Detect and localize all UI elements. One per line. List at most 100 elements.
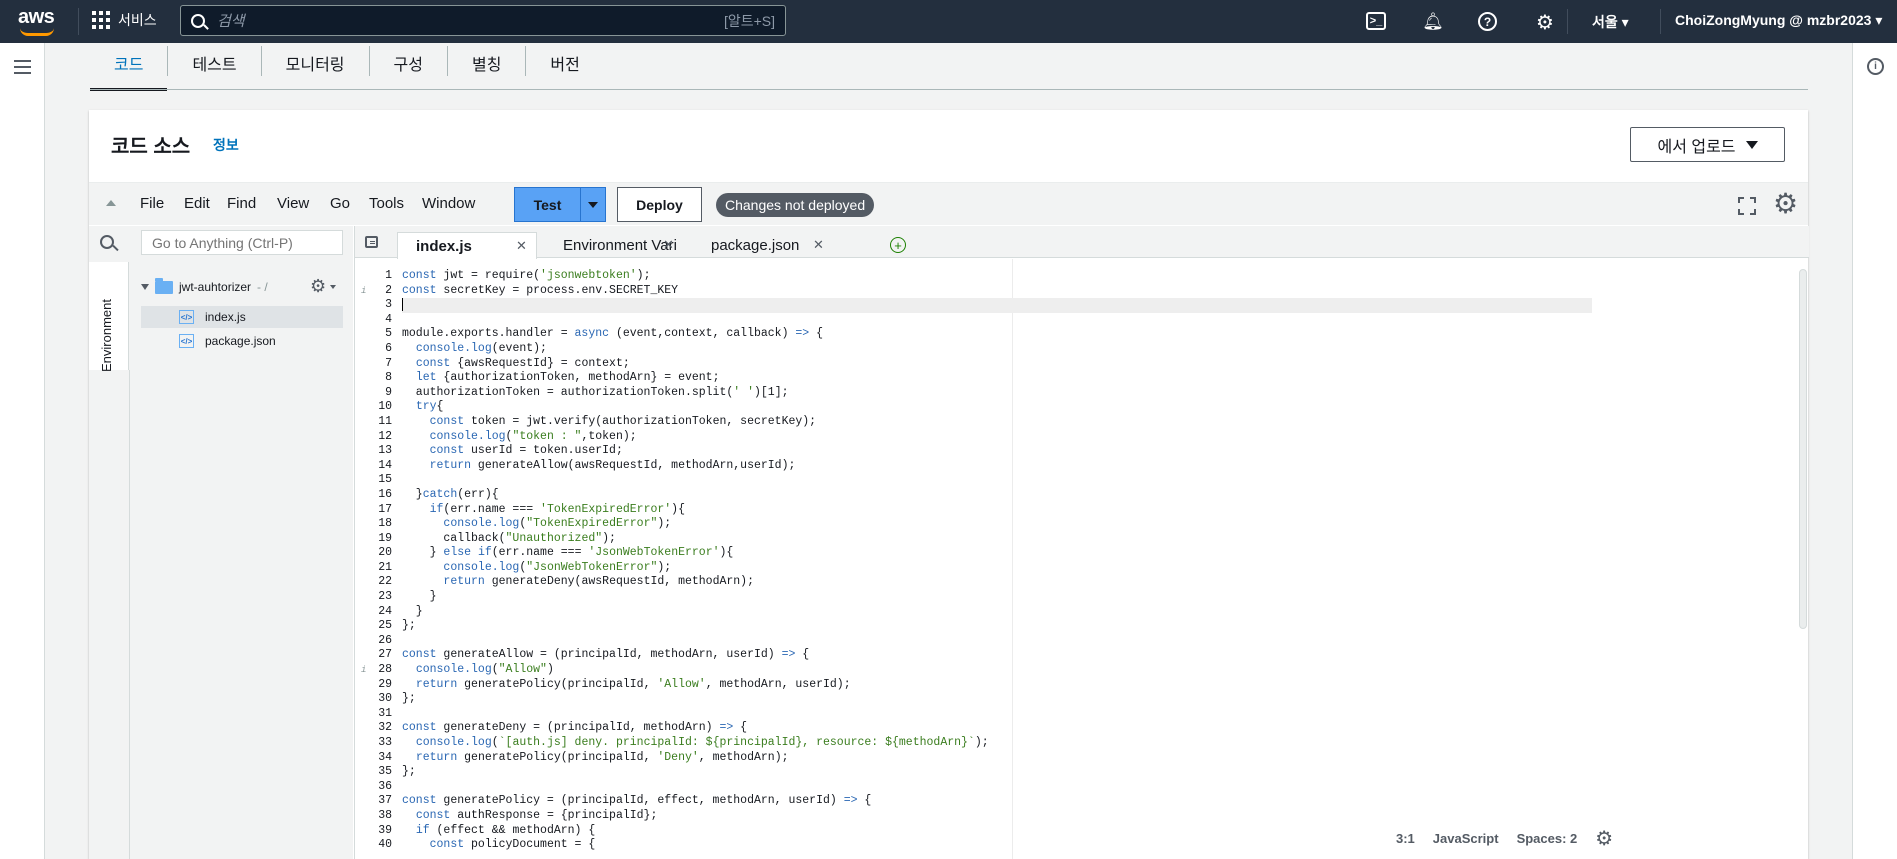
code-line[interactable]: return generatePolicy(principalId, 'Allo… — [402, 678, 1592, 693]
code-line[interactable]: const jwt = require('jsonwebtoken'); — [402, 269, 1592, 284]
deploy-button[interactable]: Deploy — [617, 187, 702, 222]
cloudshell-icon[interactable]: >_ — [1366, 12, 1386, 30]
code-line[interactable]: console.log("JsonWebTokenError"); — [402, 561, 1592, 576]
goto-anything-input[interactable] — [141, 230, 343, 255]
add-tab-icon[interactable]: + — [890, 237, 906, 253]
chevron-down-icon[interactable] — [141, 284, 149, 290]
code-line[interactable]: const generateAllow = (principalId, meth… — [402, 648, 1592, 663]
code-line[interactable]: }; — [402, 765, 1592, 780]
notifications-icon[interactable]: 🔔︎ — [1422, 11, 1444, 33]
code-area[interactable]: 1 2 i 3 4 5 6 7 8 9 10 11 12 13 14 15 16 17 18 19 20 21 22 23 24… — [355, 259, 1809, 859]
info-link[interactable]: 정보 — [213, 135, 239, 155]
menu-file[interactable]: File — [140, 195, 164, 212]
file-item-index-js[interactable]: </> index.js — [141, 306, 343, 328]
close-icon[interactable]: ✕ — [663, 237, 674, 253]
editor-tab-index-js[interactable]: index.js ✕ — [397, 232, 537, 259]
code-line[interactable]: }; — [402, 692, 1592, 707]
account-menu[interactable]: ChoiZongMyung @ mzbr2023 ▾ — [1675, 12, 1882, 29]
tab-aliases[interactable]: 별칭 — [448, 46, 527, 76]
code-line[interactable]: const {awsRequestId} = context; — [402, 357, 1592, 372]
help-icon[interactable]: ? — [1478, 12, 1497, 31]
menu-window[interactable]: Window — [422, 195, 475, 212]
code-content[interactable]: const jwt = require('jsonwebtoken'); cons… — [402, 269, 1592, 853]
code-line[interactable] — [402, 634, 1592, 649]
menu-go[interactable]: Go — [330, 195, 350, 212]
tab-list-icon[interactable] — [365, 236, 378, 248]
code-line[interactable]: let {authorizationToken, methodArn} = ev… — [402, 371, 1592, 386]
tab-monitoring[interactable]: 모니터링 — [262, 46, 370, 76]
code-line[interactable]: console.log("token : ",token); — [402, 430, 1592, 445]
code-line[interactable]: const userId = token.userId; — [402, 444, 1592, 459]
test-dropdown[interactable] — [581, 188, 605, 221]
editor-settings-icon[interactable]: ⚙ — [1595, 826, 1613, 851]
editor-tabs: index.js ✕ Environment Vari ✕ package.js… — [355, 226, 1809, 259]
upload-from-button[interactable]: 에서 업로드 — [1630, 127, 1785, 162]
code-line[interactable]: const authResponse = {principalId}; — [402, 809, 1592, 824]
menu-edit[interactable]: Edit — [184, 195, 210, 212]
services-menu-button[interactable]: 서비스 — [92, 10, 157, 30]
code-line[interactable]: return generatePolicy(principalId, 'Deny… — [402, 751, 1592, 766]
ide-settings-icon[interactable]: ⚙ — [1773, 189, 1798, 219]
code-line[interactable]: authorizationToken = authorizationToken.… — [402, 386, 1592, 401]
code-line[interactable]: console.log("Allow") — [402, 663, 1592, 678]
fullscreen-icon[interactable] — [1738, 197, 1756, 215]
code-line[interactable] — [402, 780, 1592, 795]
close-icon[interactable]: ✕ — [813, 237, 824, 253]
file-item-package-json[interactable]: </> package.json — [141, 330, 343, 352]
code-line[interactable]: }catch(err){ — [402, 488, 1592, 503]
code-line[interactable]: }; — [402, 619, 1592, 634]
code-line[interactable]: callback("Unauthorized"); — [402, 532, 1592, 547]
info-panel-icon[interactable]: i — [1867, 58, 1884, 75]
editor-tab-package-json[interactable]: package.json ✕ — [693, 232, 833, 259]
code-line[interactable] — [402, 473, 1592, 488]
code-line[interactable] — [402, 313, 1592, 328]
aws-logo[interactable]: aws — [18, 6, 56, 36]
search-input[interactable]: 검색 [알트+S] — [180, 5, 786, 36]
vertical-scrollbar[interactable] — [1799, 269, 1807, 629]
tab-code[interactable]: 코드 — [90, 46, 169, 91]
aws-smile-icon — [20, 28, 54, 36]
tree-settings-icon[interactable]: ⚙ — [310, 276, 326, 297]
code-line[interactable]: console.log(`[auth.js] deny. principalId… — [402, 736, 1592, 751]
code-line[interactable]: } — [402, 605, 1592, 620]
collapse-icon[interactable] — [106, 200, 116, 206]
code-line[interactable]: } — [402, 590, 1592, 605]
code-line[interactable]: module.exports.handler = async (event,co… — [402, 327, 1592, 342]
warning-icon[interactable]: i — [361, 284, 366, 299]
code-line[interactable]: try{ — [402, 400, 1592, 415]
region-selector[interactable]: 서울 ▾ — [1592, 12, 1629, 32]
warning-icon[interactable]: i — [361, 663, 366, 678]
code-line[interactable]: console.log(event); — [402, 342, 1592, 357]
search-icon[interactable] — [100, 235, 114, 249]
code-line[interactable]: const token = jwt.verify(authorizationTo… — [402, 415, 1592, 430]
code-line[interactable]: } else if(err.name === 'JsonWebTokenErro… — [402, 546, 1592, 561]
editor-tab-environment[interactable]: Environment Vari ✕ — [545, 232, 685, 259]
menu-find[interactable]: Find — [227, 195, 256, 212]
code-line[interactable]: const generateDeny = (principalId, metho… — [402, 721, 1592, 736]
code-line[interactable]: if(err.name === 'TokenExpiredError'){ — [402, 503, 1592, 518]
code-line[interactable]: return generateAllow(awsRequestId, metho… — [402, 459, 1592, 474]
line-number-gutter: 1 2 i 3 4 5 6 7 8 9 10 11 12 13 14 15 16 17 18 19 20 21 22 23 24… — [355, 269, 397, 853]
menu-toggle-icon[interactable] — [14, 60, 31, 74]
code-line[interactable]: const generatePolicy = (principalId, eff… — [402, 794, 1592, 809]
indentation-setting[interactable]: Spaces: 2 — [1517, 831, 1578, 846]
tab-versions[interactable]: 버전 — [526, 46, 603, 76]
environment-tab[interactable]: Environment — [89, 262, 129, 372]
code-line[interactable]: return generateDeny(awsRequestId, method… — [402, 575, 1592, 590]
line-number: 26 — [378, 633, 392, 647]
settings-icon[interactable]: ⚙ — [1534, 11, 1556, 34]
tab-configuration[interactable]: 구성 — [370, 46, 448, 76]
code-line[interactable] — [402, 707, 1592, 722]
test-button[interactable]: Test — [514, 187, 606, 222]
code-line[interactable]: const secretKey = process.env.SECRET_KEY — [402, 284, 1592, 299]
tab-test[interactable]: 테스트 — [168, 46, 262, 76]
code-line[interactable] — [402, 298, 1592, 313]
line-number: 36 — [378, 779, 392, 793]
language-mode[interactable]: JavaScript — [1433, 831, 1499, 846]
close-icon[interactable]: ✕ — [516, 238, 527, 254]
folder-row[interactable]: jwt-auhtorizer - / — [141, 277, 268, 294]
menu-view[interactable]: View — [277, 195, 309, 212]
cursor-position[interactable]: 3:1 — [1396, 831, 1415, 846]
menu-tools[interactable]: Tools — [369, 195, 404, 212]
code-line[interactable]: console.log("TokenExpiredError"); — [402, 517, 1592, 532]
